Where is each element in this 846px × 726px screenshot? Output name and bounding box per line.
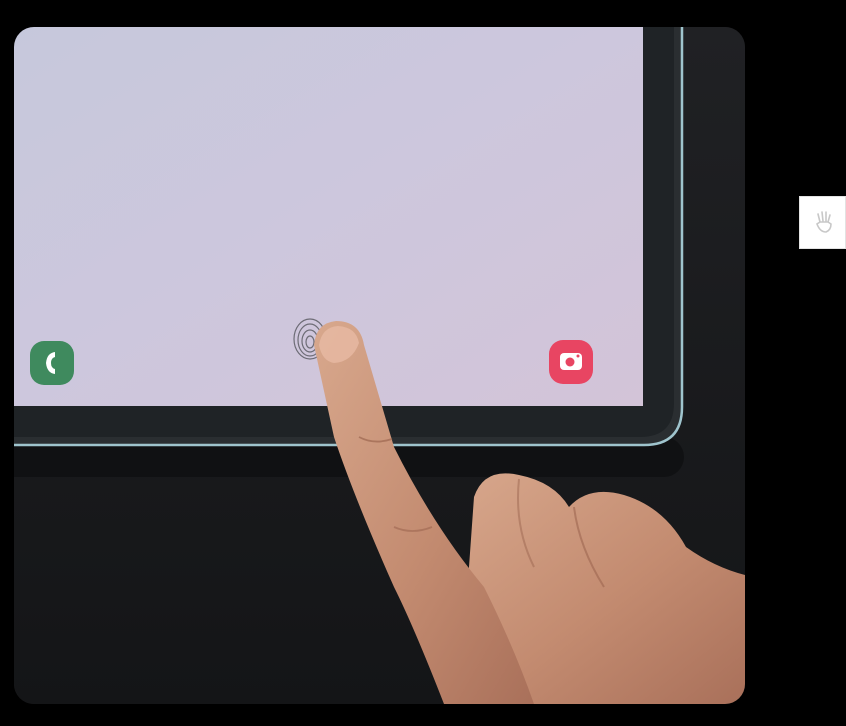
phone-icon[interactable] — [30, 341, 74, 385]
hand-icon — [816, 211, 832, 233]
product-photo — [14, 27, 745, 704]
photo-scene — [14, 27, 745, 704]
side-thumbnail[interactable] — [799, 196, 846, 249]
camera-icon[interactable] — [549, 340, 593, 384]
